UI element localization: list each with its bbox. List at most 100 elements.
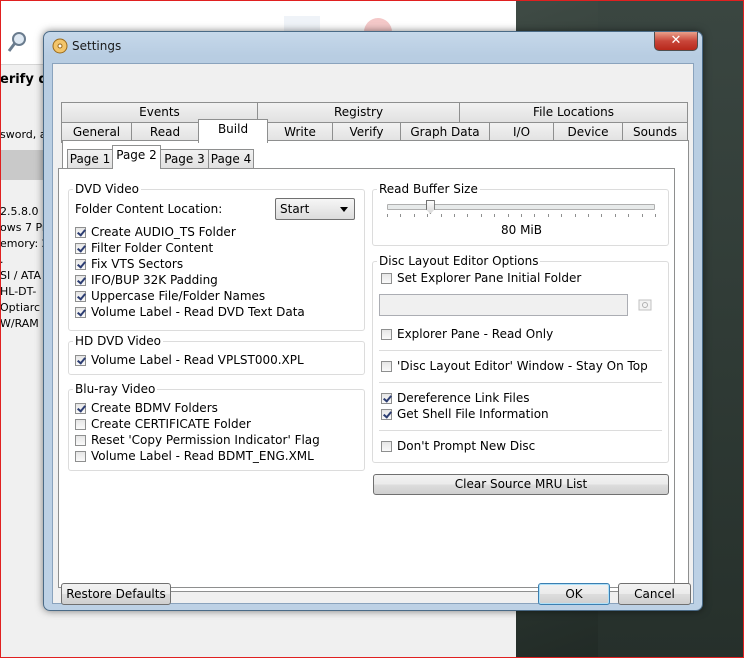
- checkbox-volume-label-read-vplst000-xpl[interactable]: Volume Label - Read VPLST000.XPL: [75, 352, 304, 368]
- slider-tick: [548, 214, 549, 217]
- tab-page-1[interactable]: Page 1: [67, 149, 113, 169]
- close-button[interactable]: ✕: [654, 32, 698, 51]
- checkbox-unchecked-icon[interactable]: [381, 440, 392, 452]
- read-buffer-slider-thumb[interactable]: [425, 200, 435, 214]
- slider-tick: [615, 214, 616, 217]
- checkbox-fix-vts-sectors[interactable]: Fix VTS Sectors: [75, 256, 183, 272]
- background-text: sword, a: [0, 128, 47, 141]
- slider-tick: [414, 214, 415, 217]
- checkbox-checked-icon[interactable]: [75, 354, 86, 366]
- checkbox-don-t-prompt-new-disc[interactable]: Don't Prompt New Disc: [381, 438, 535, 454]
- checkbox-unchecked-icon[interactable]: [75, 434, 86, 446]
- slider-tick: [655, 214, 656, 217]
- restore-defaults-button[interactable]: Restore Defaults: [61, 583, 171, 605]
- app-icon: [52, 38, 68, 54]
- checkbox-label: Volume Label - Read DVD Text Data: [91, 305, 305, 319]
- dialog-client-area: Events Registry File Locations General R…: [52, 63, 694, 604]
- checkbox-set-explorer-pane-initial-folder[interactable]: Set Explorer Pane Initial Folder: [381, 270, 581, 286]
- close-icon: ✕: [670, 33, 682, 48]
- slider-tick: [494, 214, 495, 217]
- checkbox-get-shell-file-information[interactable]: Get Shell File Information: [381, 406, 549, 422]
- folder-content-location-value: Start: [280, 202, 310, 216]
- disc-layout-editor-options-group: Disc Layout Editor Options Set Explorer …: [372, 254, 669, 463]
- slider-tick: [642, 214, 643, 217]
- checkbox-unchecked-icon[interactable]: [381, 272, 392, 284]
- checkbox-create-certificate-folder[interactable]: Create CERTIFICATE Folder: [75, 416, 251, 432]
- read-buffer-value: 80 MiB: [500, 223, 542, 237]
- checkbox-label: Set Explorer Pane Initial Folder: [397, 271, 582, 285]
- tab-file-locations[interactable]: File Locations: [459, 102, 688, 123]
- slider-tick: [481, 214, 482, 217]
- hd-dvd-video-label: HD DVD Video: [73, 334, 163, 348]
- chevron-down-icon: [340, 207, 348, 212]
- checkbox-checked-icon[interactable]: [75, 242, 86, 254]
- checkbox-label: Create AUDIO_TS Folder: [91, 225, 236, 239]
- checkbox-unchecked-icon[interactable]: [75, 450, 86, 462]
- checkbox-create-audio-ts-folder[interactable]: Create AUDIO_TS Folder: [75, 224, 236, 240]
- checkbox-filter-folder-content[interactable]: Filter Folder Content: [75, 240, 213, 256]
- ok-button[interactable]: OK: [538, 583, 610, 605]
- folder-content-location-label: Folder Content Location:: [75, 202, 223, 216]
- checkbox-explorer-pane-read-only[interactable]: Explorer Pane - Read Only: [381, 326, 553, 342]
- checkbox-checked-icon[interactable]: [75, 258, 86, 270]
- browse-folder-icon[interactable]: [638, 298, 652, 312]
- checkbox-label: Volume Label - Read VPLST000.XPL: [91, 353, 304, 367]
- checkbox-dereference-link-files[interactable]: Dereference Link Files: [381, 390, 529, 406]
- checkbox-unchecked-icon[interactable]: [381, 360, 392, 372]
- separator: [379, 350, 662, 351]
- checkbox-label: Create CERTIFICATE Folder: [91, 417, 251, 431]
- checkbox-label: Create BDMV Folders: [91, 401, 218, 415]
- folder-content-location-select[interactable]: Start: [275, 198, 355, 220]
- read-buffer-size-group: Read Buffer Size 80 MiB: [372, 182, 669, 246]
- tab-page-3[interactable]: Page 3: [160, 149, 209, 169]
- checkbox-create-bdmv-folders[interactable]: Create BDMV Folders: [75, 400, 218, 416]
- title-bar[interactable]: Settings ✕: [44, 32, 702, 60]
- slider-tick: [561, 214, 562, 217]
- slider-tick: [534, 214, 535, 217]
- cancel-button[interactable]: Cancel: [618, 583, 691, 605]
- search-icon: [7, 32, 26, 52]
- checkbox-checked-icon[interactable]: [381, 408, 392, 420]
- explorer-initial-folder-input[interactable]: [379, 294, 628, 316]
- tab-registry[interactable]: Registry: [257, 102, 460, 123]
- checkbox-checked-icon[interactable]: [75, 226, 86, 238]
- slider-tick: [601, 214, 602, 217]
- slider-tick: [441, 214, 442, 217]
- checkbox-unchecked-icon[interactable]: [381, 328, 392, 340]
- hd-dvd-video-group: HD DVD Video Volume Label - Read VPLST00…: [68, 334, 365, 375]
- checkbox-checked-icon[interactable]: [75, 290, 86, 302]
- separator: [379, 382, 662, 383]
- disc-layout-editor-options-label: Disc Layout Editor Options: [377, 254, 541, 268]
- checkbox-label: Explorer Pane - Read Only: [397, 327, 554, 341]
- checkbox-volume-label-read-dvd-text-data[interactable]: Volume Label - Read DVD Text Data: [75, 304, 305, 320]
- read-buffer-size-label: Read Buffer Size: [377, 182, 480, 196]
- checkbox-reset-copy-permission-indicator-flag[interactable]: Reset 'Copy Permission Indicator' Flag: [75, 432, 320, 448]
- slider-tick: [521, 214, 522, 217]
- checkbox-label: Fix VTS Sectors: [91, 257, 184, 271]
- tab-page-4[interactable]: Page 4: [208, 149, 254, 169]
- dvd-video-label: DVD Video: [73, 182, 141, 196]
- slider-tick: [575, 214, 576, 217]
- checkbox-label: Don't Prompt New Disc: [397, 439, 536, 453]
- checkbox-volume-label-read-bdmt-eng-xml[interactable]: Volume Label - Read BDMT_ENG.XML: [75, 448, 314, 464]
- checkbox-checked-icon[interactable]: [75, 402, 86, 414]
- clear-source-mru-button[interactable]: Clear Source MRU List: [373, 474, 669, 495]
- slider-tick: [454, 214, 455, 217]
- checkbox-label: Reset 'Copy Permission Indicator' Flag: [91, 433, 320, 447]
- slider-tick: [387, 214, 388, 217]
- checkbox-label: Volume Label - Read BDMT_ENG.XML: [91, 449, 314, 463]
- checkbox-uppercase-file-folder-names[interactable]: Uppercase File/Folder Names: [75, 288, 265, 304]
- checkbox-checked-icon[interactable]: [381, 392, 392, 404]
- checkbox-disc-layout-editor-window-stay-on-top[interactable]: 'Disc Layout Editor' Window - Stay On To…: [381, 358, 648, 374]
- slider-tick: [400, 214, 401, 217]
- dvd-video-group: DVD Video Folder Content Location: Start…: [68, 182, 365, 331]
- background-header-cell: [0, 150, 44, 180]
- tab-page-2[interactable]: Page 2: [112, 145, 161, 169]
- checkbox-checked-icon[interactable]: [75, 306, 86, 318]
- checkbox-label: Get Shell File Information: [397, 407, 549, 421]
- checkbox-ifo-bup-32k-padding[interactable]: IFO/BUP 32K Padding: [75, 272, 218, 288]
- slider-tick: [588, 214, 589, 217]
- checkbox-checked-icon[interactable]: [75, 274, 86, 286]
- checkbox-unchecked-icon[interactable]: [75, 418, 86, 430]
- tab-build[interactable]: Build: [198, 119, 268, 143]
